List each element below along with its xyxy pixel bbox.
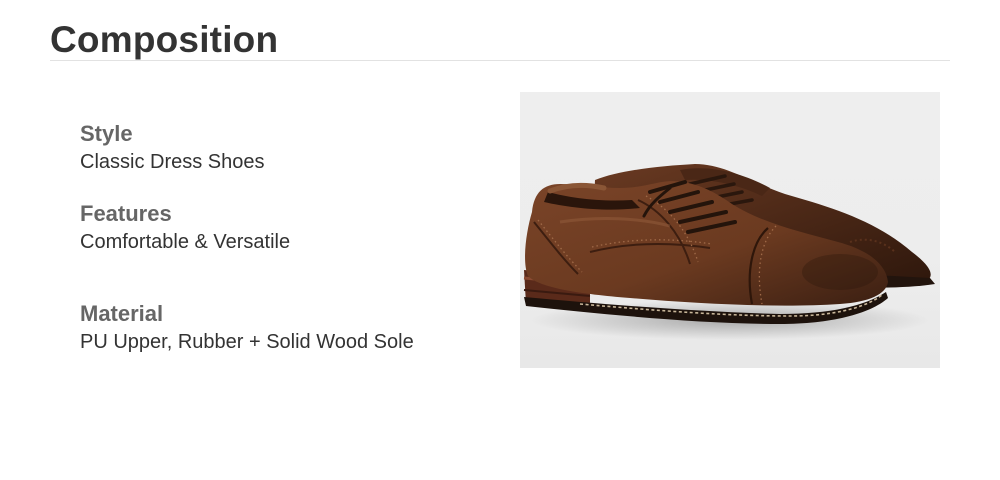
title-divider [50, 60, 950, 61]
front-shoe [523, 180, 888, 324]
spec-features: Features Comfortable & Versatile [80, 201, 290, 255]
product-image [520, 92, 940, 368]
spec-material: Material PU Upper, Rubber + Solid Wood S… [80, 301, 414, 355]
spec-style: Style Classic Dress Shoes [80, 121, 265, 175]
spec-style-label: Style [80, 121, 133, 146]
page-title: Composition [50, 19, 279, 60]
spec-material-label: Material [80, 301, 164, 326]
spec-features-value: Comfortable & Versatile [80, 231, 291, 253]
spec-features-label: Features [80, 201, 172, 226]
spec-material-value: PU Upper, Rubber + Solid Wood Sole [80, 331, 414, 353]
dress-shoes-illustration [523, 164, 935, 340]
spec-style-value: Classic Dress Shoes [80, 151, 265, 173]
